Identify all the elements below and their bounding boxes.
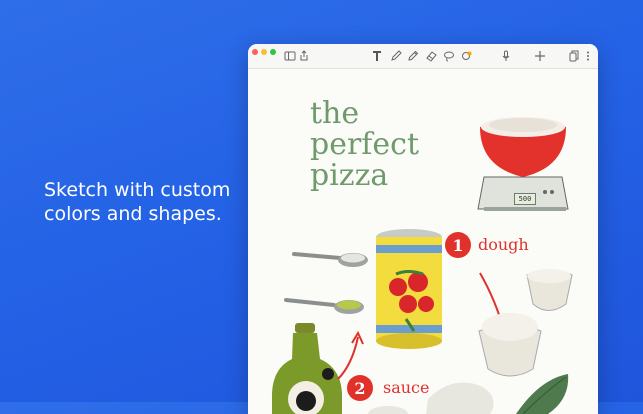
shapes-tool-icon[interactable] (460, 49, 474, 63)
olive-oil-bottle-illustration (271, 323, 343, 414)
pencil-tool-icon[interactable] (406, 49, 420, 63)
headline-line-2: colors and shapes. (44, 203, 222, 225)
text-tool-icon[interactable] (370, 49, 384, 63)
note-canvas[interactable]: the perfect pizza 500 1 dough 2 sauce (248, 69, 598, 414)
measuring-spoon-1-illustration (292, 252, 368, 267)
sidebar-icon[interactable] (283, 49, 297, 63)
tomato-can-illustration (376, 229, 442, 349)
zoom-window-button[interactable] (270, 49, 276, 55)
step-1-badge: 1 (445, 232, 471, 258)
share-icon[interactable] (297, 49, 311, 63)
step-2-arrow (337, 336, 359, 380)
step-1-label: dough (478, 235, 529, 254)
pen-tool-icon[interactable] (389, 49, 403, 63)
pizza-illustration (271, 117, 573, 414)
microphone-icon[interactable] (499, 49, 513, 63)
more-icon[interactable] (581, 49, 595, 63)
minimize-window-button[interactable] (261, 49, 267, 55)
scale-readout: 500 (514, 193, 536, 205)
toolbar (248, 44, 598, 69)
basil-leaf-illustration (516, 374, 569, 414)
small-flour-bowl-illustration (526, 269, 573, 311)
app-window: the perfect pizza 500 1 dough 2 sauce (248, 44, 598, 414)
step-2-label: sauce (383, 378, 430, 397)
measuring-spoon-2-illustration (284, 298, 364, 314)
add-icon[interactable] (533, 49, 547, 63)
headline-line-1: Sketch with custom (44, 179, 231, 201)
copy-icon[interactable] (567, 49, 581, 63)
lasso-tool-icon[interactable] (442, 49, 456, 63)
step-2-badge: 2 (347, 375, 373, 401)
close-window-button[interactable] (252, 49, 258, 55)
dough-bowl-illustration (478, 313, 542, 377)
eraser-tool-icon[interactable] (424, 49, 438, 63)
marketing-headline: Sketch with custom colors and shapes. (44, 178, 244, 226)
